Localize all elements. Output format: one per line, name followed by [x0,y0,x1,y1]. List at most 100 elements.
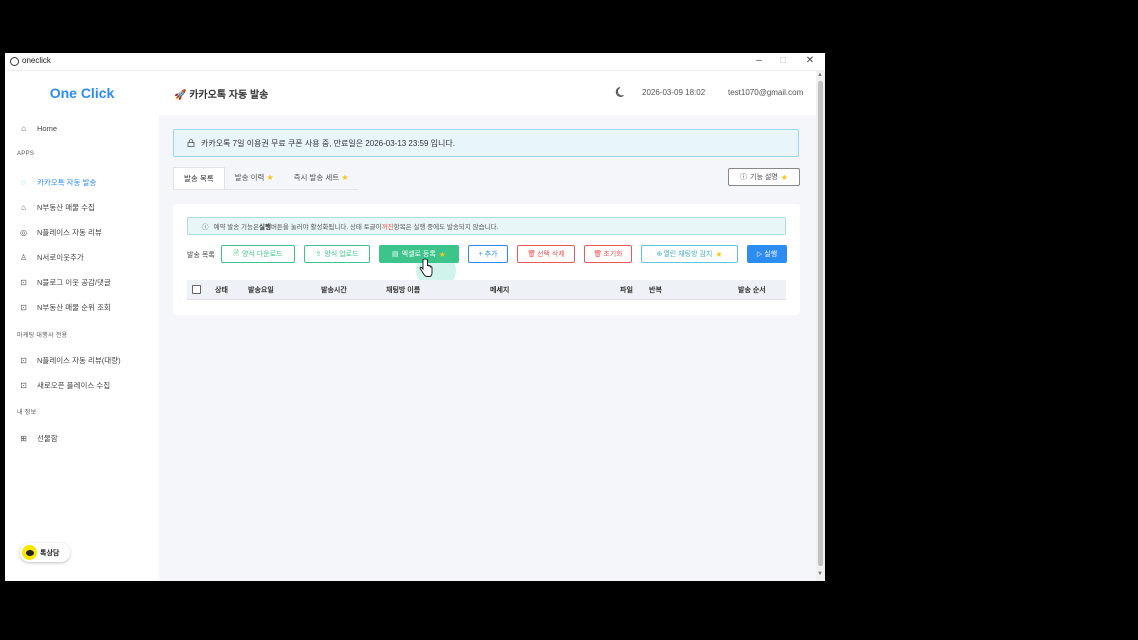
star-icon: ★ [266,173,274,182]
table-header: 상태 발송요일 발송시간 채팅방 이름 메세지 파일 반복 발송 순서 [187,280,786,300]
coupon-info-text: 카카오톡 7일 이용권 무료 쿠폰 사용 중, 만료일은 2026-03-13 … [201,138,455,148]
title-bar: oneclick – □ ✕ [5,53,825,71]
page-title: 🚀 카카오톡 자동 발송 [174,90,269,101]
tab-instant-set[interactable]: 즉시 발송 세트 ★ [284,167,359,189]
trash-icon: 🗑 [593,251,603,258]
app-window: oneclick – □ ✕ One Click ⌂ Home APPS ◌ 카… [5,53,825,581]
star-icon: ★ [341,173,349,182]
info-circle-icon: ⓘ [740,174,748,181]
sidebar-item-label: N플레이스 자동 리뷰(대량) [37,355,121,365]
vertical-scrollbar[interactable]: ▲ ▼ [816,71,825,581]
minimize-button[interactable]: – [748,54,770,68]
button-label: 열린 채팅방 감지 [663,251,713,258]
col-send-time: 발송시간 [321,287,347,294]
star-icon: ★ [438,249,446,259]
window-title: oneclick [22,56,51,65]
star-icon: ★ [715,249,723,259]
lock-icon [187,139,195,147]
feature-guide-label: 기능 설명 [750,174,778,181]
brand-logo[interactable]: One Click [5,85,159,101]
col-send-order: 발송 순서 [738,287,766,294]
upload-template-button[interactable]: ⇪ 양식 업로드 [304,245,370,263]
sidebar-item-real-estate-collect[interactable]: ⌂ N부동산 매물 수집 [19,198,155,216]
sidebar-item-kakao-send[interactable]: ◌ 카카오톡 자동 발송 [19,173,155,191]
add-button[interactable]: + 추가 [468,245,508,263]
coupon-info-bar: 카카오톡 7일 이용권 무료 쿠폰 사용 중, 만료일은 2026-03-13 … [173,129,799,157]
col-file: 파일 [620,287,633,294]
reset-button[interactable]: 🗑 초기화 [584,245,632,263]
house-icon: ⌂ [21,202,26,212]
col-message: 메세지 [490,287,510,294]
delete-selected-button[interactable]: 🗑 선택 삭제 [517,245,575,263]
user-email: test1070@gmail.com [728,88,804,97]
scroll-down-icon[interactable]: ▼ [817,571,823,577]
sidebar-item-label: 카카오톡 자동 발송 [37,177,97,187]
home-icon: ⌂ [21,123,26,133]
feature-guide-button[interactable]: ⓘ 기능 설명 ★ [728,168,800,186]
section-marketing: 마케팅 대행사 전용 [17,333,68,339]
app-icon [10,57,19,66]
trash-icon: 🗑 [527,251,537,258]
button-label: + 추가 [478,251,498,258]
section-apps: APPS [17,151,35,157]
button-label: 양식 다운로드 [242,251,283,258]
kakao-chat-label: 톡상담 [40,549,60,557]
play-icon: ▷ [756,251,763,258]
moon-icon[interactable] [615,86,627,98]
sidebar-item-blog-like[interactable]: ⊡ N블로그 이웃 공감/댓글 [19,273,155,291]
file-icon: 🗎 [233,249,240,257]
close-button[interactable]: ✕ [799,54,821,68]
schedule-notice: ⓘ 예약 발송 기능은 실행 버튼을 눌러야 활성화됩니다. 상태 토글이 꺼진… [187,217,786,235]
select-all-checkbox[interactable] [192,285,201,294]
current-datetime: 2026-03-09 18:02 [642,88,706,97]
sidebar-item-real-estate-rank[interactable]: ⊡ N부동산 매물 순위 조회 [19,298,155,316]
notice-text: 예약 발송 기능은 [213,224,259,231]
run-button[interactable]: ▷ 실행 [747,245,787,263]
kakao-chat-button[interactable]: 톡상담 [20,543,70,562]
sidebar-item-place-review[interactable]: ◎ N플레이스 자동 리뷰 [19,223,155,241]
maximize-button[interactable]: □ [772,54,794,68]
col-status: 상태 [215,287,228,294]
upload-icon: ⇪ [315,251,322,258]
section-myinfo: 내 정보 [17,410,37,416]
button-label: 초기화 [603,251,623,258]
notice-bold: 실행 [258,224,271,231]
search-icon: ⊕ [656,251,663,258]
download-template-button[interactable]: 🗎 양식 다운로드 [221,245,295,263]
col-repeat: 반복 [649,287,662,294]
sidebar-item-gift-box[interactable]: ⊞ 선물함 [19,429,155,447]
sidebar-item-label: 선물함 [37,433,58,443]
kakao-talk-icon [22,545,37,560]
sidebar-item-label: N부동산 매물 순위 조회 [37,302,111,312]
tab-send-history[interactable]: 발송 이력 ★ [225,167,284,189]
sidebar-item-new-place-collect[interactable]: ⊡ 새로오픈 플레이스 수집 [19,376,155,394]
tab-bar: 발송 목록 발송 이력 ★ 즉시 발송 세트 ★ [173,167,359,190]
sidebar-item-label: N플레이스 자동 리뷰 [37,227,102,237]
button-label: 선택 삭제 [537,251,565,258]
tab-send-list[interactable]: 발송 목록 [173,167,225,189]
detect-open-chat-button[interactable]: ⊕ 열린 채팅방 감지 ★ [641,245,738,263]
sidebar-item-neighbor-add[interactable]: ♙ N서로이웃추가 [19,248,155,266]
user-add-icon: ♙ [19,252,28,262]
sidebar-item-home[interactable]: ⌂ Home [19,119,155,137]
main-content: 🚀 카카오톡 자동 발송 2026-03-09 18:02 test1070@g… [159,71,816,581]
scroll-up-icon[interactable]: ▲ [817,72,823,78]
sidebar-item-label: N블로그 이웃 공감/댓글 [37,277,111,287]
tab-label: 즉시 발송 세트 [293,173,340,182]
notice-text: 버튼을 눌러야 활성화됩니다. 상태 토글이 [270,224,382,231]
excel-icon: ▤ [392,251,399,258]
sidebar-item-label: N부동산 매물 수집 [37,202,95,212]
search-box-icon: ⊡ [20,277,27,287]
send-list-card: ⓘ 예약 발송 기능은 실행 버튼을 눌러야 활성화됩니다. 상태 토글이 꺼진… [173,204,800,315]
scrollbar-thumb[interactable] [818,81,823,566]
notice-red: 꺼진 [381,224,394,231]
col-chat-room: 채팅방 이름 [386,287,421,294]
tab-label: 발송 목록 [184,174,214,183]
sidebar-item-place-review-bulk[interactable]: ⊡ N플레이스 자동 리뷰(대량) [19,351,155,369]
info-circle-icon: ⓘ [202,224,209,231]
search-box-icon: ⊡ [20,380,27,390]
hand-cursor-icon [419,258,433,277]
star-icon: ★ [780,172,788,182]
search-box-icon: ⊡ [20,302,27,312]
chat-bubble-icon: ◌ [21,177,26,187]
